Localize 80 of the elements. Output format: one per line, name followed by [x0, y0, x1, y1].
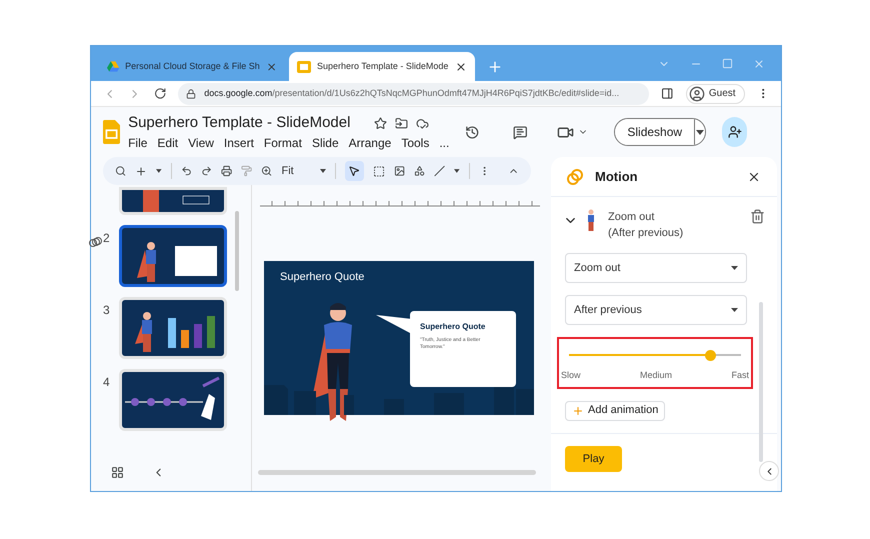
zoom-select[interactable]: Fit	[282, 162, 326, 180]
menu-item[interactable]: File	[128, 134, 148, 152]
dropdown-select[interactable]: After previous	[565, 295, 747, 325]
plus-icon	[572, 404, 584, 416]
browser-tab[interactable]: Superhero Template - SlideMode	[289, 52, 475, 81]
cursor-icon	[348, 165, 360, 177]
slide-number: 4	[103, 374, 111, 391]
grid-view-icon[interactable]	[111, 466, 124, 479]
star-icon[interactable]	[374, 116, 388, 130]
new-tab-icon[interactable]	[487, 58, 503, 74]
menu-item[interactable]: Arrange	[348, 134, 392, 152]
panel-title: Motion	[595, 168, 639, 186]
comment-icon[interactable]	[512, 124, 528, 140]
tab-title: Superhero Template - SlideMode	[317, 60, 449, 73]
image-icon[interactable]	[394, 165, 405, 177]
menu-item[interactable]: Format	[264, 134, 302, 152]
caret-icon[interactable]	[156, 169, 162, 173]
plus-icon[interactable]	[135, 164, 148, 178]
speed-label: Medium	[640, 369, 672, 382]
document-title[interactable]: Superhero Template - SlideModel	[128, 112, 350, 134]
play-button[interactable]: Play	[565, 446, 622, 472]
caret-icon[interactable]	[454, 169, 460, 173]
slide-number: 3	[103, 302, 111, 319]
menu-item[interactable]: Insert	[224, 134, 254, 152]
print-icon[interactable]	[221, 165, 232, 177]
caret-icon	[320, 169, 326, 173]
text-box-icon[interactable]	[372, 164, 385, 178]
superhero-icon	[586, 209, 596, 231]
slider-thumb[interactable]	[705, 350, 716, 360]
caret-icon	[731, 308, 738, 312]
address-bar[interactable]: docs.google.com/presentation/d/1Us6z2hQTsNqcMGPhunOdmft47MJjH4R6PqiS7jdtKBc/edit#slide=id...	[178, 82, 650, 104]
speed-label: Slow	[561, 369, 581, 382]
speech-pointer-drawing	[376, 313, 412, 333]
trash-icon[interactable]	[750, 209, 765, 224]
slides-logo-icon	[103, 118, 120, 146]
slide-title: Superhero Quote	[280, 270, 364, 285]
add-animation-button[interactable]: Add animation	[565, 400, 666, 420]
browser-tab[interactable]: Personal Cloud Storage & File Sh	[99, 52, 285, 81]
shapes-icon[interactable]	[414, 165, 426, 177]
slides-icon	[297, 60, 311, 72]
side-panel-icon[interactable]	[661, 87, 674, 100]
profile-button[interactable]: Guest	[686, 84, 745, 104]
folder-icon[interactable]	[395, 116, 408, 130]
search-icon[interactable]	[115, 165, 126, 177]
animation-trigger: (After previous)	[608, 226, 684, 241]
menu-item[interactable]: View	[188, 134, 214, 152]
close-icon[interactable]	[455, 60, 467, 72]
dropdown-select[interactable]: Zoom out	[565, 253, 747, 283]
slideshow-menu-button[interactable]	[694, 119, 705, 145]
caret-icon	[696, 130, 704, 134]
quote-title: Superhero Quote	[420, 321, 486, 333]
line-icon[interactable]	[434, 165, 446, 177]
caret-icon	[731, 266, 738, 270]
history-icon[interactable]	[465, 124, 480, 140]
add-person-icon	[728, 125, 742, 139]
menu-item[interactable]: ...	[439, 134, 450, 152]
lock-icon	[186, 88, 196, 98]
motion-icon	[89, 237, 102, 248]
tab-title: Personal Cloud Storage & File Sh	[125, 60, 260, 73]
select-tool[interactable]	[345, 161, 364, 181]
menu-item[interactable]: Edit	[157, 134, 178, 152]
url-text: docs.google.com/presentation/d/1Us6z2hQTsNqcMGPhunOdmft47MJjH4R6PqiS7jdtKBc/edit#slide=id...	[204, 86, 620, 100]
menu-item[interactable]: Slide	[312, 134, 339, 152]
animation-name: Zoom out	[608, 210, 656, 225]
share-button[interactable]	[722, 117, 748, 147]
drive-icon	[107, 60, 120, 72]
undo-icon[interactable]	[180, 165, 192, 177]
reload-icon[interactable]	[154, 87, 166, 100]
menu-item[interactable]: Tools	[401, 134, 430, 152]
motion-icon	[567, 168, 583, 184]
slide-number: 2	[103, 230, 111, 247]
zoom-icon[interactable]	[261, 165, 273, 177]
cloud-icon[interactable]	[416, 116, 430, 130]
redo-icon[interactable]	[200, 165, 212, 177]
collapse-panel-button[interactable]	[759, 461, 779, 481]
speed-slider[interactable]	[569, 349, 741, 361]
slideshow-button[interactable]: Slideshow	[615, 119, 694, 145]
avatar-icon	[688, 86, 705, 102]
slide-thumbnail[interactable]	[119, 225, 227, 287]
speed-label: Fast	[731, 369, 749, 382]
